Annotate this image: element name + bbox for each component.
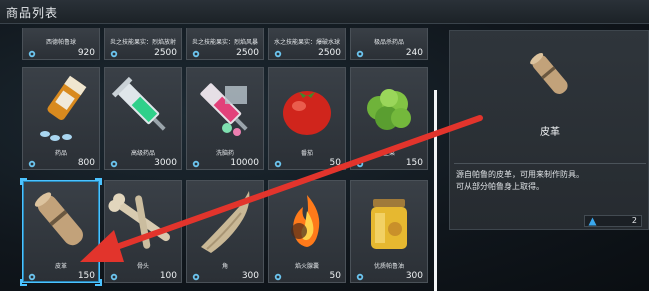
item-tile-row1-2[interactable]: 炎之技能果实：烈焰放射 2500 (104, 28, 182, 60)
item-name: 炎之技能果实：烈焰风暴 (191, 39, 258, 46)
description-line: 源自帕鲁的皮革，可用来制作防具。 (456, 170, 584, 179)
item-name: 西德帕鲁球 (45, 39, 76, 46)
lettuce-icon (367, 89, 411, 130)
item-price: 100 (159, 271, 177, 281)
item-name: 洗脑药 (215, 150, 234, 157)
item-price: 3000 (154, 158, 177, 168)
item-tile-row3-1-selected[interactable]: 皮革 150 (22, 180, 100, 283)
divider (454, 163, 646, 164)
item-tile-row3-2[interactable]: 骨头 100 (104, 180, 182, 283)
item-name: 骨头 (136, 263, 149, 270)
owned-quantity: 2 (584, 215, 642, 227)
currency-icon (356, 273, 364, 281)
item-name: 番茄 (300, 150, 313, 157)
quantity-value: 2 (631, 216, 637, 225)
item-price: 300 (405, 271, 423, 281)
pal-oil-icon (371, 199, 407, 249)
item-price: 2500 (236, 48, 259, 58)
item-price: 150 (405, 158, 423, 168)
currency-icon (274, 160, 282, 168)
tomato-icon (283, 91, 331, 135)
item-name: 生菜 (382, 150, 395, 157)
item-price: 2500 (154, 48, 177, 58)
currency-icon (274, 273, 282, 281)
header-bar: 商品列表 (0, 0, 649, 24)
item-tile-row3-4[interactable]: 焰火腺囊 50 (268, 180, 346, 283)
detail-item-name: 皮革 (540, 127, 560, 138)
item-tile-row3-5[interactable]: 优质帕鲁油 300 (350, 180, 428, 283)
item-name: 角 (221, 263, 228, 270)
leather-icon (530, 52, 568, 94)
leather-icon (34, 192, 83, 246)
currency-icon (110, 160, 118, 168)
currency-icon (28, 160, 36, 168)
item-grid: 西德帕鲁球 920 炎之技能果实：烈焰放射 2500 炎之技能果实：烈焰风暴 2… (22, 28, 432, 291)
item-tile-row1-4[interactable]: 水之技能果实：爆破水球 2500 (268, 28, 346, 60)
brainwash-icon (200, 83, 248, 136)
item-price: 240 (405, 48, 423, 58)
currency-icon (356, 160, 364, 168)
currency-icon (192, 273, 200, 281)
item-name: 优质帕鲁油 (373, 263, 404, 270)
item-price: 920 (77, 48, 95, 58)
item-tile-row2-5[interactable]: 生菜 150 (350, 67, 428, 170)
page-title: 商品列表 (6, 6, 59, 20)
currency-icon (192, 160, 200, 168)
item-name: 炎之技能果实：烈焰放射 (109, 39, 176, 46)
item-price: 300 (241, 271, 259, 281)
syringe-icon (111, 76, 166, 131)
item-price: 10000 (230, 158, 259, 168)
item-detail-panel: 皮革 源自帕鲁的皮革，可用来制作防具。 可从部分帕鲁身上取得。 2 (449, 30, 649, 230)
flame-organ-icon (291, 195, 320, 247)
description-line: 可从部分帕鲁身上取得。 (456, 182, 544, 191)
item-tile-row1-3[interactable]: 炎之技能果实：烈焰风暴 2500 (186, 28, 264, 60)
grid-scrollbar[interactable] (434, 90, 437, 291)
item-tile-row1-5[interactable]: 极品杀药品 240 (350, 28, 428, 60)
selection-corner-br (95, 279, 102, 286)
currency-icon (28, 273, 36, 281)
selection-corner-tl (20, 178, 27, 185)
item-price: 50 (329, 158, 341, 168)
item-tile-row2-4[interactable]: 番茄 50 (268, 67, 346, 170)
item-price: 800 (77, 158, 95, 168)
item-tile-row2-1[interactable]: 药品 800 (22, 67, 100, 170)
item-price: 50 (329, 271, 341, 281)
item-tile-row2-2[interactable]: 高级药品 3000 (104, 67, 182, 170)
item-name: 焰火腺囊 (294, 263, 319, 270)
item-name: 高级药品 (130, 150, 155, 157)
currency-icon (28, 50, 36, 58)
selection-corner-tr (95, 178, 102, 185)
selection-corner-bl (20, 279, 27, 286)
item-name: 极品杀药品 (373, 39, 404, 46)
currency-icon (110, 50, 118, 58)
item-name: 皮革 (54, 263, 67, 270)
detail-description: 源自帕鲁的皮革，可用来制作防具。 可从部分帕鲁身上取得。 (456, 169, 644, 193)
inventory-icon (588, 217, 597, 226)
item-name: 药品 (54, 150, 67, 157)
currency-icon (356, 50, 364, 58)
item-tile-row1-1[interactable]: 西德帕鲁球 920 (22, 28, 100, 60)
currency-icon (192, 50, 200, 58)
item-price: 150 (77, 271, 95, 281)
item-tile-row2-3[interactable]: 洗脑药 10000 (186, 67, 264, 170)
medicine-icon (40, 75, 87, 141)
bone-icon (108, 193, 170, 249)
item-tile-row3-3[interactable]: 角 300 (186, 180, 264, 283)
currency-icon (110, 273, 118, 281)
currency-icon (274, 50, 282, 58)
horn-icon (201, 191, 250, 253)
item-price: 2500 (318, 48, 341, 58)
item-name: 水之技能果实：爆破水球 (273, 39, 340, 46)
